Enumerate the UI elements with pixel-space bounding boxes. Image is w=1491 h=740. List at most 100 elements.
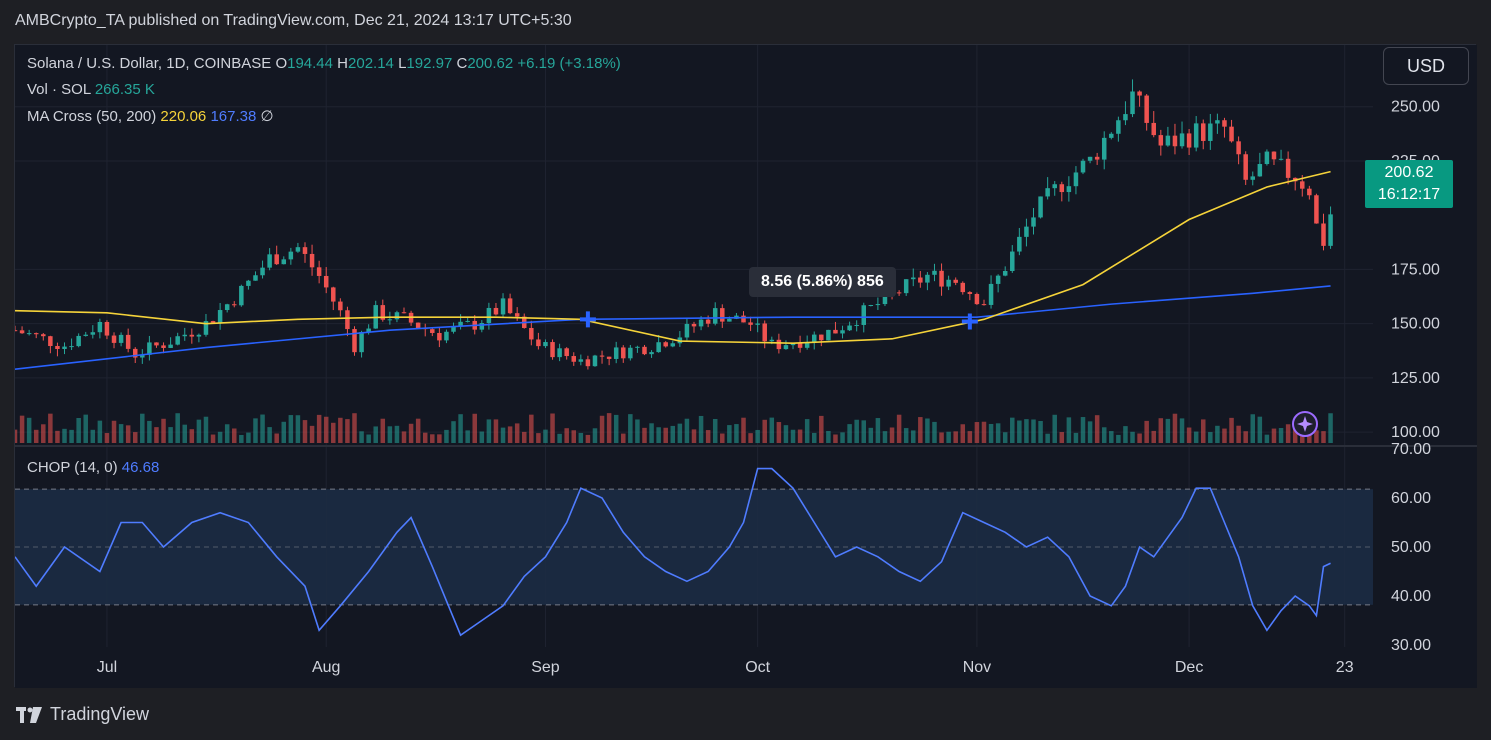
candle-body: [1002, 270, 1008, 276]
volume-bar: [557, 433, 562, 443]
close-label: C: [456, 55, 468, 72]
candle-body: [1229, 126, 1234, 142]
candle-body: [387, 319, 393, 321]
candle-body: [868, 304, 874, 306]
candle-body: [988, 283, 994, 305]
volume-bar: [578, 432, 584, 443]
candle-body: [649, 352, 654, 355]
volume-bar: [1024, 419, 1029, 443]
candle-body: [62, 346, 67, 349]
volume-bar: [267, 427, 272, 443]
candle-body: [861, 305, 866, 325]
volume-bar: [472, 413, 477, 443]
volume-bar: [571, 430, 577, 443]
volume-bar: [302, 420, 308, 443]
candle-body: [1264, 151, 1270, 165]
candle-body: [1101, 137, 1107, 160]
volume-legend: Vol · SOL 266.35 K: [27, 81, 155, 98]
candle-body: [232, 304, 237, 306]
candle-body: [1073, 172, 1079, 187]
volume-bar: [76, 417, 81, 443]
volume-bar: [522, 431, 527, 443]
volume-bar: [1229, 417, 1234, 443]
candle-body: [55, 346, 60, 349]
volume-bar: [1130, 431, 1135, 443]
candle-body: [748, 322, 753, 325]
candle-body: [69, 346, 74, 348]
candle-body: [1307, 188, 1312, 196]
chop-label: CHOP (14, 0): [27, 459, 118, 476]
candle-body: [352, 329, 357, 353]
volume-bar: [804, 419, 810, 443]
ma-cross-legend: MA Cross (50, 200) 220.06 167.38 ∅: [27, 107, 274, 125]
candle-body: [925, 274, 930, 283]
candle-body: [437, 332, 442, 341]
volume-bar: [1045, 433, 1050, 443]
volume-bar: [882, 431, 888, 443]
candle-body: [911, 277, 916, 280]
high-value: 202.14: [348, 55, 394, 72]
price-chart-svg[interactable]: Jul Aug Sep Oct Nov Dec 23 100.00 125.00 150.00 17…: [15, 45, 1477, 688]
volume-bar: [408, 423, 414, 443]
volume-bar: [727, 425, 732, 443]
volume-bar: [401, 431, 407, 443]
candle-body: [946, 279, 951, 287]
candle-body: [444, 331, 449, 341]
candle-body: [288, 251, 294, 260]
chop-axis-tick: 70.00: [1391, 441, 1431, 458]
volume-bar: [621, 433, 626, 443]
volume-bar: [847, 424, 852, 443]
candle-body: [1052, 184, 1057, 189]
chart-panel[interactable]: Jul Aug Sep Oct Nov Dec 23 100.00 125.00 150.00 17…: [14, 44, 1477, 688]
volume-bar: [1151, 430, 1156, 443]
volume-bar: [995, 423, 1001, 443]
volume-bar: [281, 421, 287, 443]
candle-body: [529, 327, 534, 340]
volume-bar: [338, 417, 343, 443]
volume-bar: [15, 429, 18, 443]
candle-body: [118, 334, 124, 343]
volume-bar: [790, 429, 796, 443]
volume-bar: [1257, 416, 1263, 443]
volume-bar: [1123, 426, 1128, 443]
candle-body: [712, 308, 718, 324]
candle-body: [239, 285, 244, 306]
volume-bar: [670, 425, 676, 443]
candle-body: [1031, 217, 1036, 227]
volume-bar: [741, 417, 746, 443]
brand-name: TradingView: [50, 704, 150, 724]
candle-body: [1116, 120, 1121, 134]
candle-body: [316, 267, 322, 276]
candle-body: [260, 267, 265, 276]
volume-bar: [960, 424, 966, 443]
volume-bar: [1017, 420, 1022, 443]
volume-bar: [635, 419, 640, 443]
candle-body: [804, 342, 810, 348]
currency-button[interactable]: USD: [1383, 47, 1469, 85]
volume-bar: [309, 425, 315, 443]
candle-body: [125, 334, 131, 349]
tradingview-logo[interactable]: TradingView: [16, 704, 149, 725]
volume-bar: [974, 422, 980, 443]
chop-legend: CHOP (14, 0) 46.68: [27, 459, 159, 476]
candle-body: [606, 356, 612, 359]
candle-body: [797, 343, 803, 348]
candle-body: [642, 346, 647, 355]
volume-bar: [380, 418, 386, 443]
volume-bar: [48, 413, 53, 443]
volume-bar: [854, 419, 859, 443]
candle-body: [833, 329, 838, 334]
volume-bar: [1201, 419, 1206, 443]
volume-bar: [430, 434, 435, 443]
volume-bar: [720, 433, 725, 443]
volume-bar: [345, 419, 350, 443]
candle-body: [1201, 123, 1206, 141]
candle-body: [599, 355, 605, 357]
volume-bar: [479, 431, 485, 443]
candle-body: [189, 334, 195, 337]
candle-body: [338, 301, 343, 311]
volume-bar: [1066, 417, 1072, 443]
candle-body: [168, 344, 173, 348]
assistant-sparkle-icon[interactable]: [1291, 410, 1319, 438]
volume-bar: [911, 430, 916, 443]
